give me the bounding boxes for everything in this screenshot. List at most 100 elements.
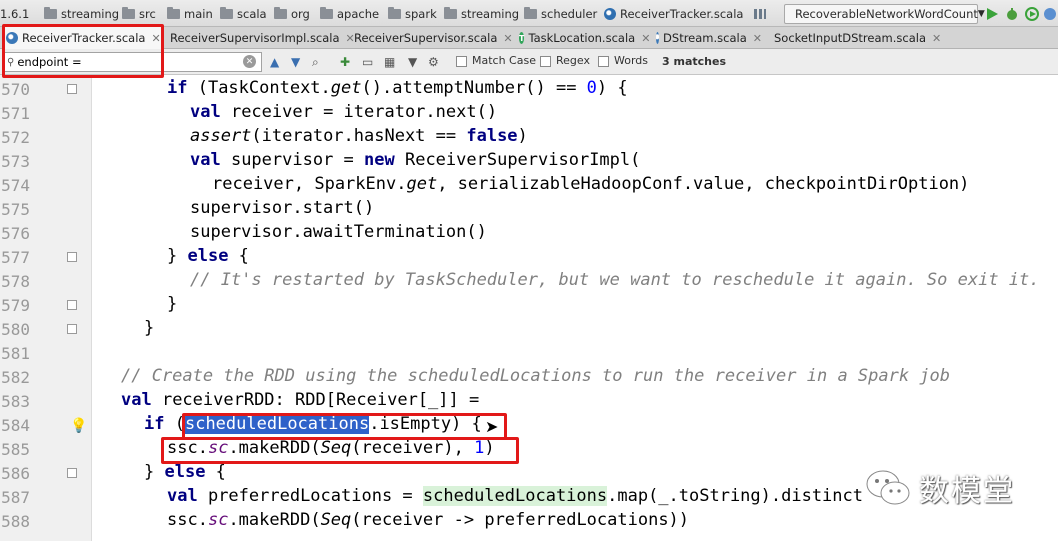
close-icon[interactable]: ✕ — [641, 32, 650, 45]
match-case-label: Match Case — [472, 54, 536, 67]
tab-label: TaskLocation.scala — [528, 31, 636, 45]
folder-icon — [122, 7, 135, 19]
tab-socketinputdstream[interactable]: SocketInputDStream.scala ✕ — [766, 27, 941, 49]
code-line[interactable]: assert(iterator.hasNext == false) — [190, 126, 528, 146]
run-icon[interactable] — [984, 6, 1000, 22]
folder-icon — [274, 7, 287, 19]
tab-label: DStream.scala — [663, 31, 747, 45]
next-occurrence-icon[interactable]: ▼ — [291, 55, 300, 69]
breadcrumb-label: apache — [337, 7, 380, 21]
code-line[interactable]: val supervisor = new ReceiverSupervisorI… — [190, 150, 640, 170]
match-count: 3 matches — [662, 55, 726, 68]
code-line[interactable]: } — [167, 294, 177, 314]
breadcrumb-item[interactable]: streaming — [444, 6, 519, 22]
select-all-occurrences-icon[interactable]: ▦ — [384, 55, 395, 69]
line-number: 575 — [1, 200, 30, 219]
previous-occurrence-icon[interactable]: ▲ — [270, 55, 279, 69]
highlight-box — [161, 437, 519, 464]
line-number: 586 — [1, 464, 30, 483]
folder-icon — [44, 7, 57, 19]
breadcrumb-label: org — [291, 7, 310, 21]
code-line[interactable]: val receiver = iterator.next() — [190, 102, 497, 122]
regex-checkbox[interactable] — [540, 56, 551, 67]
breadcrumb-item[interactable]: scala — [220, 6, 267, 22]
add-selection-icon[interactable]: ✚ — [340, 55, 350, 69]
run-configuration-select[interactable]: RecoverableNetworkWordCount ▼ — [784, 4, 985, 24]
line-number: 587 — [1, 488, 30, 507]
code-comment[interactable]: // It's restarted by TaskScheduler, but … — [190, 270, 1040, 290]
tab-dstream[interactable]: DStream.scala ✕ — [652, 27, 762, 49]
line-number: 573 — [1, 152, 30, 171]
code-line[interactable]: supervisor.start() — [190, 198, 374, 218]
breadcrumb-item[interactable]: apache — [320, 6, 379, 22]
tab-tasklocation[interactable]: T TaskLocation.scala ✕ — [515, 27, 650, 49]
lightbulb-icon[interactable]: 💡 — [70, 418, 87, 434]
wechat-icon — [866, 470, 910, 505]
run-configuration-label: RecoverableNetworkWordCount — [795, 7, 978, 21]
breadcrumb-label: src — [139, 7, 156, 21]
code-line[interactable]: val preferredLocations = scheduledLocati… — [167, 486, 863, 506]
line-number: 582 — [1, 368, 30, 387]
debug-icon[interactable] — [1004, 6, 1020, 22]
fold-marker[interactable] — [67, 324, 77, 334]
folder-icon — [220, 7, 233, 19]
tab-label: ReceiverSupervisor.scala — [354, 31, 498, 45]
fold-marker[interactable] — [67, 468, 77, 478]
code-line[interactable]: val receiverRDD: RDD[Receiver[_]] = — [121, 390, 479, 410]
profile-icon[interactable] — [1042, 6, 1058, 22]
code-line[interactable]: } — [144, 318, 154, 338]
words-checkbox[interactable] — [598, 56, 609, 67]
settings-icon[interactable]: ⚙ — [428, 55, 439, 69]
highlight-box — [2, 24, 164, 78]
line-number: 572 — [1, 128, 30, 147]
breadcrumb-item[interactable]: org — [274, 6, 310, 22]
breadcrumb-item[interactable]: 1.6.1 — [0, 6, 29, 22]
tab-receiversupervisor[interactable]: ReceiverSupervisor.scala ✕ — [346, 27, 513, 49]
scala-file-icon — [656, 32, 660, 44]
line-number: 583 — [1, 392, 30, 411]
breadcrumb-label: 1.6.1 — [0, 7, 30, 21]
tab-receiversupervisorimpl[interactable]: ReceiverSupervisorImpl.scala ✕ — [162, 27, 355, 49]
build-icon[interactable] — [752, 6, 768, 22]
breadcrumb-item[interactable]: spark — [388, 6, 437, 22]
code-line[interactable]: supervisor.awaitTermination() — [190, 222, 487, 242]
line-number: 588 — [1, 512, 30, 531]
scala-file-icon — [604, 8, 616, 20]
tab-label: SocketInputDStream.scala — [774, 31, 926, 45]
code-line[interactable]: } else { — [144, 462, 226, 482]
coverage-icon[interactable] — [1024, 6, 1040, 22]
fold-marker[interactable] — [67, 252, 77, 262]
filter-icon[interactable]: ▼ — [408, 55, 417, 69]
find-all-icon[interactable]: ⌕ — [312, 55, 319, 70]
line-number: 578 — [1, 272, 30, 291]
breadcrumb-label: spark — [405, 7, 437, 21]
code-line[interactable]: ssc.sc.makeRDD(Seq(receiver -> preferred… — [167, 510, 689, 530]
breadcrumb-item[interactable]: ReceiverTracker.scala — [604, 6, 743, 22]
code-line[interactable]: if (TaskContext.get().attemptNumber() ==… — [167, 78, 628, 98]
code-line[interactable]: } else { — [167, 246, 249, 266]
fold-marker[interactable] — [67, 300, 77, 310]
clear-icon[interactable]: ✕ — [243, 55, 256, 68]
line-number: 570 — [1, 80, 30, 99]
breadcrumb-label: scala — [237, 7, 267, 21]
breadcrumb-item[interactable]: main — [167, 6, 213, 22]
close-icon[interactable]: ✕ — [503, 32, 512, 45]
breadcrumb-label: streaming — [461, 7, 520, 21]
code-line[interactable]: receiver, SparkEnv.get, serializableHado… — [212, 174, 969, 194]
breadcrumb-item[interactable]: scheduler — [524, 6, 597, 22]
breadcrumb-label: main — [184, 7, 213, 21]
line-number: 579 — [1, 296, 30, 315]
breadcrumb-item[interactable]: streaming — [44, 6, 119, 22]
trait-icon: T — [519, 32, 525, 44]
regex-label: Regex — [556, 54, 590, 67]
fold-marker[interactable] — [67, 84, 77, 94]
line-number: 571 — [1, 104, 30, 123]
code-comment[interactable]: // Create the RDD using the scheduledLoc… — [121, 366, 950, 386]
remove-selection-icon[interactable]: ▭ — [362, 55, 373, 69]
close-icon[interactable]: ✕ — [753, 32, 762, 45]
watermark-text: 数模堂 — [919, 474, 1015, 509]
close-icon[interactable]: ✕ — [932, 32, 941, 45]
breadcrumb-item[interactable]: src — [122, 6, 156, 22]
tab-label: ReceiverSupervisorImpl.scala — [170, 31, 340, 45]
match-case-checkbox[interactable] — [456, 56, 467, 67]
